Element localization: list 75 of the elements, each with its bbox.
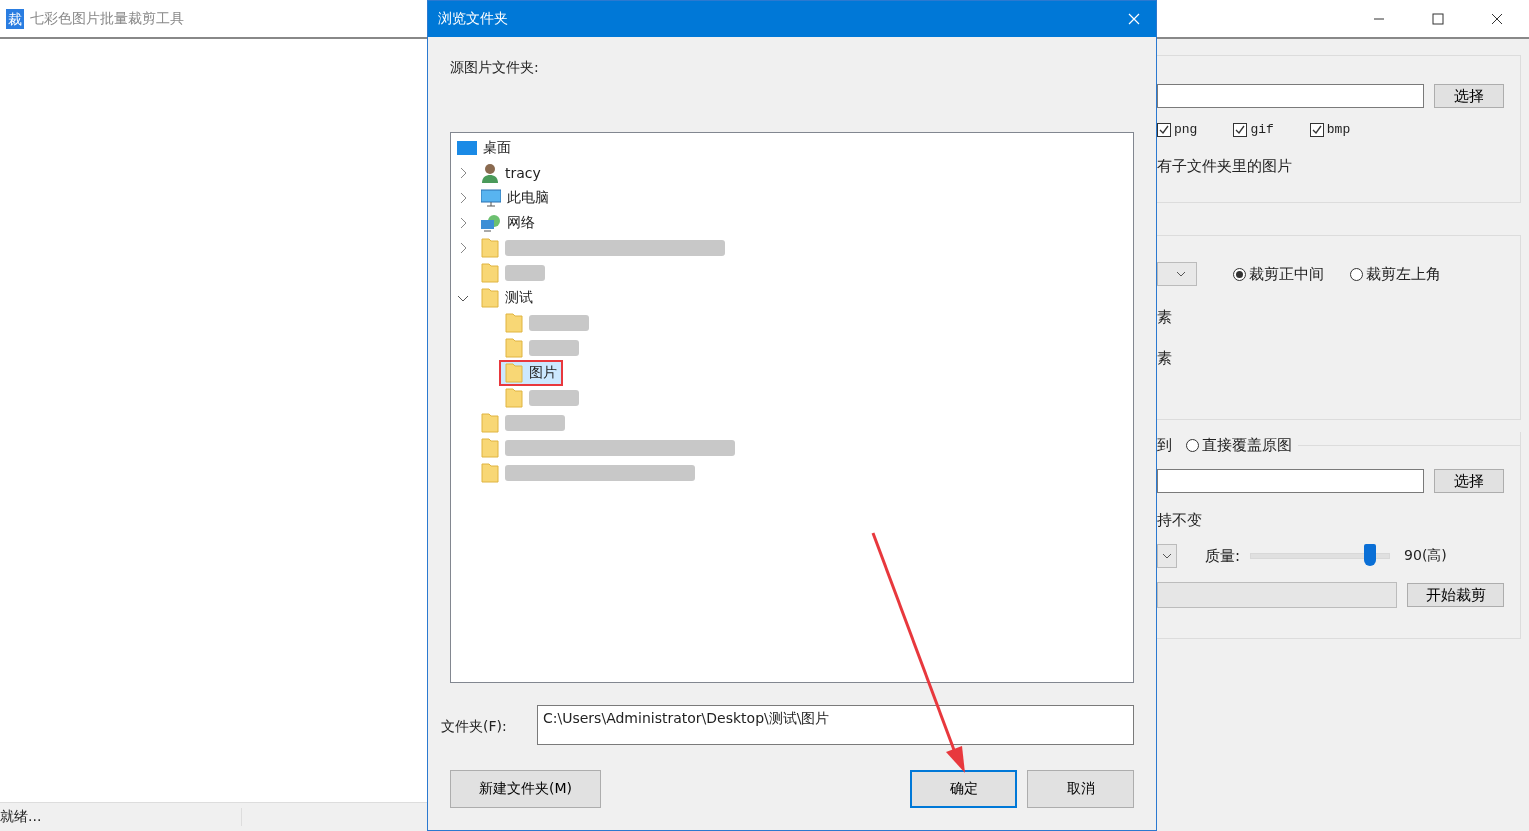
quality-reading: 90(高) [1404, 547, 1447, 565]
dialog-button[interactable]: 新建文件夹(M) [450, 770, 601, 808]
user-icon [481, 162, 499, 183]
slider-thumb[interactable] [1363, 544, 1376, 566]
blurred-label [505, 414, 565, 431]
window-title: 七彩色图片批量裁剪工具 [30, 9, 184, 28]
chevron-down-icon [1162, 553, 1172, 559]
unit-label: 素 [1157, 349, 1173, 368]
folder-icon [505, 312, 523, 333]
blurred-label [529, 389, 579, 406]
desktop-icon [457, 139, 477, 156]
tree-item[interactable]: 此电脑 [475, 184, 555, 211]
tree-item[interactable]: 桌面 [451, 134, 517, 161]
chevron-down-icon [1176, 271, 1186, 277]
dialog-button[interactable]: 确定 [910, 770, 1017, 808]
dialog-title: 浏览文件夹 [438, 10, 508, 28]
chevron-right-icon[interactable] [459, 241, 467, 254]
chevron-right-icon[interactable] [459, 216, 467, 229]
checkbox-label: bmp [1326, 122, 1351, 137]
prompt-label: 源图片文件夹: [450, 59, 540, 77]
checkbox[interactable] [1233, 122, 1248, 137]
folder-icon [481, 287, 499, 308]
save-to-label: 到 [1157, 436, 1172, 455]
choose-button[interactable]: 选择 [1434, 469, 1504, 493]
radio-label: 裁剪正中间 [1249, 264, 1324, 284]
folder-icon [481, 262, 499, 283]
tree-item-label: 图片 [529, 363, 557, 382]
blurred-label [529, 339, 579, 356]
start-crop-button[interactable]: 开始裁剪 [1407, 583, 1504, 607]
folder-path-field[interactable]: C:\Users\Administrator\Desktop\测试\图片 [537, 705, 1134, 745]
checkbox[interactable] [1157, 122, 1171, 137]
dialog-button[interactable]: 取消 [1027, 770, 1134, 808]
radio-button[interactable] [1233, 267, 1246, 281]
tree-item-label: tracy [505, 164, 541, 181]
tree-item-label: 此电脑 [507, 188, 549, 207]
close-icon[interactable] [1491, 12, 1503, 25]
chevron-right-icon[interactable] [459, 166, 467, 179]
folder-label: 文件夹(F): [441, 718, 508, 736]
folder-icon [481, 412, 499, 433]
checkbox-label: gif [1250, 122, 1274, 137]
computer-icon [481, 188, 501, 207]
chevron-down-icon[interactable] [457, 293, 469, 302]
subfolders-label: 有子文件夹里的图片 [1157, 157, 1293, 176]
radio-label: 裁剪左上角 [1366, 264, 1441, 284]
folder-icon [481, 237, 499, 258]
quality-label: 质量: [1205, 546, 1241, 566]
keep-size-label: 持不变 [1157, 511, 1203, 530]
blurred-label [529, 314, 589, 331]
tree-item-label: 测试 [505, 288, 533, 307]
tree-item-label: 网络 [507, 213, 535, 232]
folder-icon [505, 387, 523, 408]
network-icon [481, 213, 501, 232]
radio-button[interactable] [1350, 267, 1363, 281]
folder-icon [505, 337, 523, 358]
checkbox-label: png [1174, 122, 1198, 137]
chevron-right-icon[interactable] [459, 191, 467, 204]
tree-item[interactable]: 网络 [475, 209, 541, 236]
tree-item-label: 桌面 [483, 138, 511, 157]
folder-icon [505, 362, 523, 383]
folder-icon [481, 462, 499, 483]
radio-button[interactable] [1186, 439, 1199, 452]
output-path-field[interactable] [1157, 469, 1424, 493]
source-path-field[interactable] [1157, 84, 1424, 108]
radio-label: 直接覆盖原图 [1202, 436, 1292, 455]
folder-icon [481, 437, 499, 458]
tree-item[interactable]: 图片 [499, 359, 563, 386]
unit-label: 素 [1157, 308, 1173, 327]
status-text: 就绪... [0, 808, 243, 826]
blurred-label [505, 264, 545, 281]
tree-item[interactable]: tracy [475, 159, 547, 186]
choose-button[interactable]: 选择 [1434, 84, 1504, 108]
checkbox[interactable] [1309, 122, 1324, 137]
app-icon: 裁 [6, 8, 24, 29]
maximize-icon[interactable] [1432, 12, 1444, 25]
tree-item[interactable]: 测试 [475, 284, 539, 311]
